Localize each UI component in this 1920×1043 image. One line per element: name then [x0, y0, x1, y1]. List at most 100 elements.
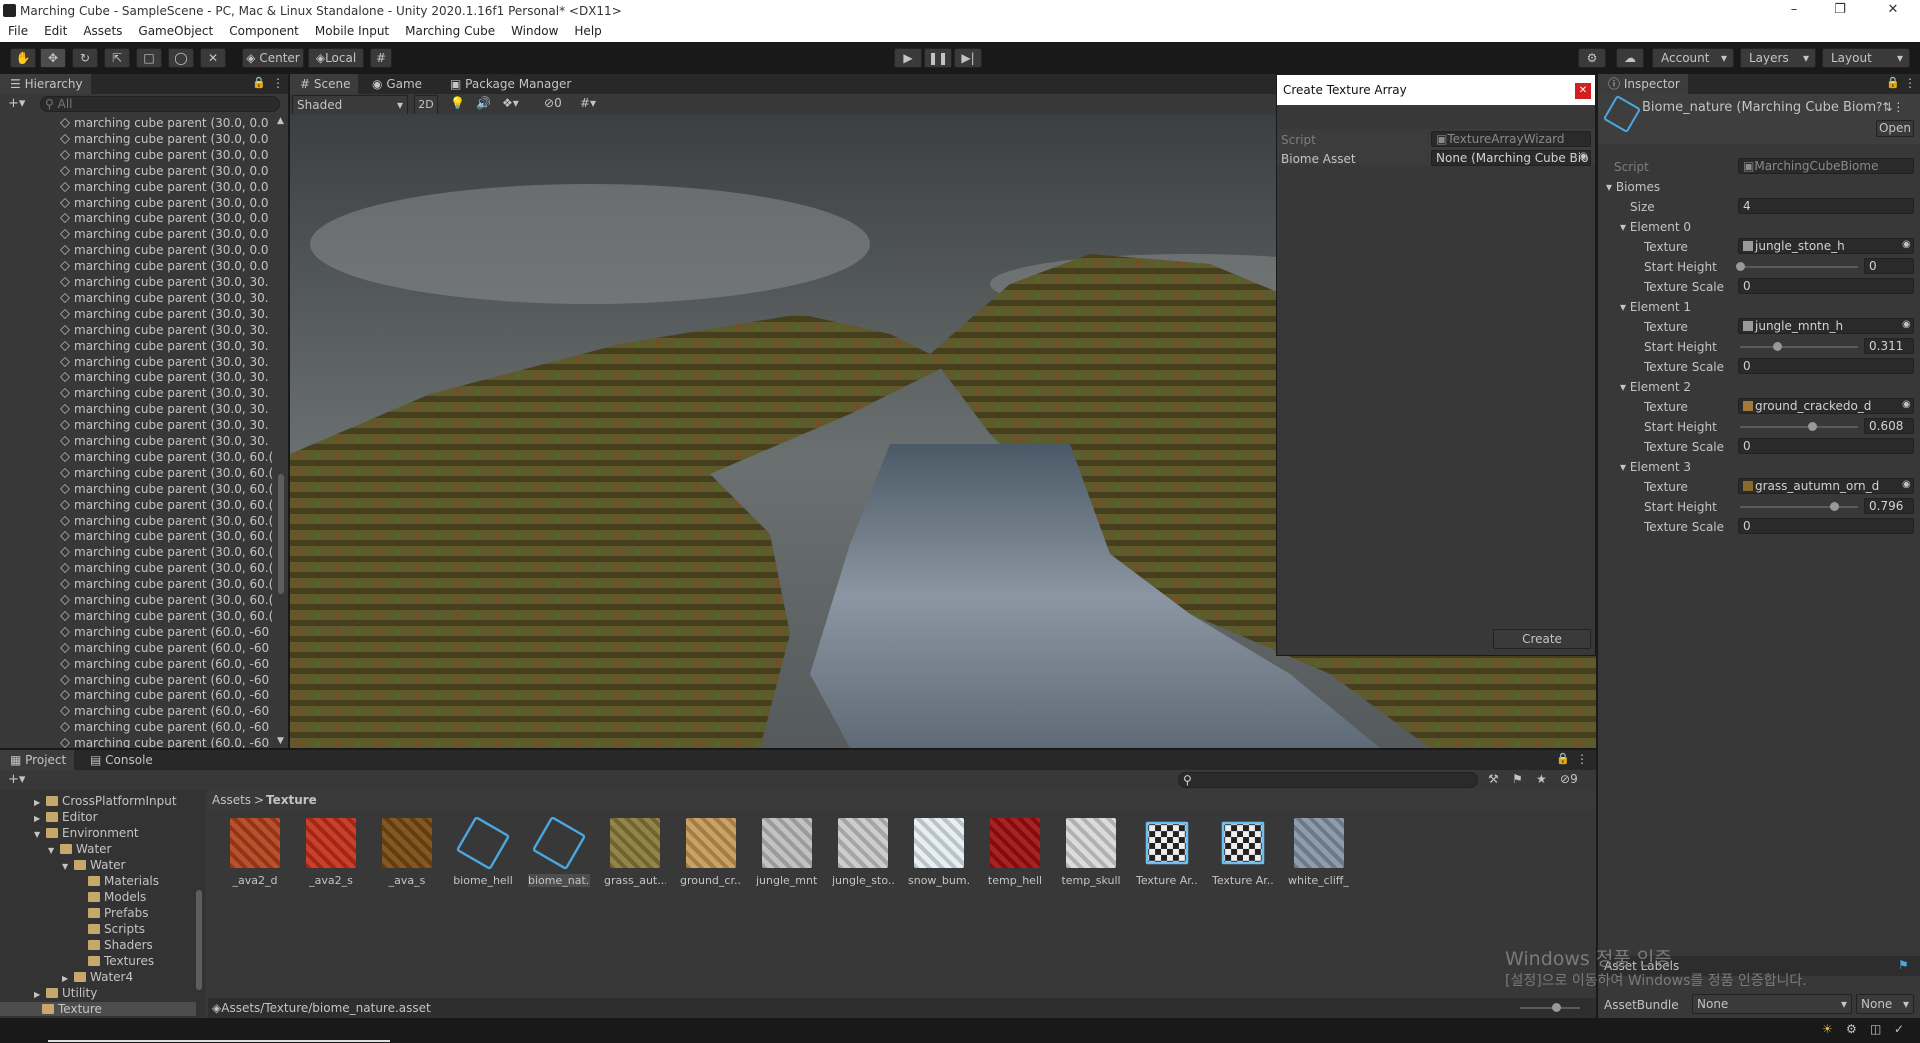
grid-snap-icon[interactable]: #	[370, 48, 392, 68]
hierarchy-row[interactable]: marching cube parent (30.0, 30.	[60, 323, 269, 337]
texture-field[interactable]: ground_crackedo_d	[1738, 398, 1914, 414]
transform-tool-icon[interactable]: ◯	[168, 48, 194, 68]
folder-tree-item[interactable]: Shaders	[76, 938, 153, 952]
auto-generate-lighting-icon[interactable]: ☀	[1822, 1022, 1833, 1036]
tab-inspector[interactable]: ⓘ Inspector	[1598, 74, 1688, 94]
texture-field[interactable]: grass_autumn_orn_d	[1738, 478, 1914, 494]
folder-tree-item[interactable]: ▶ CrossPlatformInput	[34, 794, 177, 808]
folder-tree-item[interactable]: Textures	[76, 954, 154, 968]
pivot-space-button[interactable]: ◈Local	[308, 48, 364, 68]
menu-help[interactable]: Help	[566, 22, 609, 38]
hierarchy-row[interactable]: marching cube parent (30.0, 0.0	[60, 132, 269, 146]
folder-tree-item[interactable]: ▼ Water	[48, 842, 111, 856]
hierarchy-row[interactable]: marching cube parent (30.0, 0.0	[60, 211, 269, 225]
foldout-arrow-icon[interactable]: ▼	[62, 862, 74, 871]
create-button[interactable]: Create	[1493, 629, 1591, 649]
tab-scene[interactable]: # Scene	[290, 74, 359, 94]
texture-scale-field[interactable]: 0	[1738, 438, 1914, 454]
scroll-down-icon[interactable]: ▼	[277, 736, 284, 746]
folder-tree-item[interactable]: ▶ Editor	[34, 810, 98, 824]
lock-icon[interactable]: 🔒	[252, 76, 266, 89]
hierarchy-row[interactable]: marching cube parent (30.0, 0.0	[60, 196, 269, 210]
texture-scale-field[interactable]: 0	[1738, 358, 1914, 374]
collab-icon[interactable]: ⚙	[1578, 48, 1606, 68]
asset-bundle-dropdown[interactable]: None ▾	[1692, 994, 1852, 1014]
hierarchy-row[interactable]: marching cube parent (30.0, 30.	[60, 339, 269, 353]
hierarchy-row[interactable]: marching cube parent (30.0, 30.	[60, 386, 269, 400]
hierarchy-row[interactable]: marching cube parent (60.0, -60	[60, 657, 269, 671]
asset-item[interactable]: snow_bum...	[908, 818, 970, 887]
biomes-foldout[interactable]: ▾ Biomes	[1606, 180, 1660, 194]
foldout-arrow-icon[interactable]: ▶	[62, 974, 74, 983]
texture-scale-field[interactable]: 0	[1738, 518, 1914, 534]
hierarchy-row[interactable]: marching cube parent (30.0, 60.(	[60, 609, 273, 623]
close-icon[interactable]: ✕	[1870, 0, 1916, 22]
folder-tree-item[interactable]: Texture	[0, 1002, 196, 1016]
cloud-icon[interactable]: ☁	[1616, 48, 1644, 68]
hierarchy-row[interactable]: marching cube parent (30.0, 0.0	[60, 227, 269, 241]
asset-item[interactable]: temp_hell	[984, 818, 1046, 887]
hierarchy-row[interactable]: marching cube parent (30.0, 0.0	[60, 243, 269, 257]
menu-marching-cube[interactable]: Marching Cube	[397, 22, 503, 38]
element-foldout[interactable]: ▾ Element 0	[1620, 220, 1691, 234]
audio-icon[interactable]: 🔊	[476, 96, 491, 110]
wizard-close-icon[interactable]: ✕	[1575, 83, 1591, 99]
hierarchy-row[interactable]: marching cube parent (30.0, 60.(	[60, 577, 273, 591]
asset-item[interactable]: biome_hell	[452, 815, 514, 887]
add-icon[interactable]: +▾	[8, 96, 25, 111]
hierarchy-row[interactable]: marching cube parent (60.0, -60	[60, 720, 269, 734]
hierarchy-row[interactable]: marching cube parent (30.0, 30.	[60, 370, 269, 384]
folder-tree-item[interactable]: Materials	[76, 874, 159, 888]
rotate-tool-icon[interactable]: ↻	[72, 48, 98, 68]
hierarchy-search-input[interactable]: ⚲ All	[40, 96, 280, 112]
check-icon[interactable]: ✓	[1894, 1022, 1904, 1036]
hierarchy-row[interactable]: marching cube parent (30.0, 60.(	[60, 450, 273, 464]
hand-tool-icon[interactable]: ✋	[10, 48, 36, 68]
asset-item[interactable]: temp_skull	[1060, 818, 1122, 887]
pivot-center-button[interactable]: ◈ Center	[242, 48, 304, 68]
hidden-packages-toggle[interactable]: ⊘9	[1560, 772, 1578, 786]
menu-file[interactable]: File	[0, 22, 36, 38]
hierarchy-row[interactable]: marching cube parent (30.0, 30.	[60, 355, 269, 369]
asset-item[interactable]: _ava2_d	[224, 818, 286, 887]
start-height-field[interactable]: 0.796	[1864, 498, 1914, 514]
asset-bundle-variant-dropdown[interactable]: None ▾	[1856, 994, 1914, 1014]
texture-scale-field[interactable]: 0	[1738, 278, 1914, 294]
start-height-field[interactable]: 0.608	[1864, 418, 1914, 434]
help-icon[interactable]: ?⇅⋮	[1876, 100, 1904, 114]
asset-item[interactable]: Texture Ar...	[1212, 818, 1274, 887]
effects-icon[interactable]: ❖▾	[502, 96, 519, 110]
favorite-icon[interactable]: ★	[1536, 772, 1547, 786]
asset-item[interactable]: _ava_s	[376, 818, 438, 887]
maximize-icon[interactable]: ❐	[1817, 0, 1863, 22]
hierarchy-row[interactable]: marching cube parent (60.0, -60	[60, 625, 269, 639]
menu-mobile-input[interactable]: Mobile Input	[307, 22, 397, 38]
hierarchy-row[interactable]: marching cube parent (30.0, 30.	[60, 307, 269, 321]
tab-console[interactable]: ▤ Console	[80, 750, 161, 770]
asset-item[interactable]: grass_aut...	[604, 818, 666, 887]
texture-field[interactable]: jungle_stone_h	[1738, 238, 1914, 254]
hierarchy-row[interactable]: marching cube parent (30.0, 0.0	[60, 148, 269, 162]
object-picker-icon[interactable]: ◉	[1902, 479, 1911, 490]
hierarchy-row[interactable]: marching cube parent (30.0, 60.(	[60, 482, 273, 496]
asset-item[interactable]: ground_cr...	[680, 818, 742, 887]
asset-item[interactable]: _ava2_s	[300, 818, 362, 887]
hierarchy-row[interactable]: marching cube parent (60.0, -60	[60, 673, 269, 687]
menu-kebab-icon[interactable]: ⋮	[272, 76, 284, 90]
2d-toggle[interactable]: 2D	[414, 95, 438, 115]
pause-button[interactable]: ❚❚	[924, 48, 952, 68]
hierarchy-row[interactable]: marching cube parent (30.0, 60.(	[60, 593, 273, 607]
hierarchy-row[interactable]: marching cube parent (60.0, -60	[60, 688, 269, 702]
foldout-arrow-icon[interactable]: ▼	[34, 830, 46, 839]
menu-kebab-icon[interactable]: ⋮	[1576, 752, 1588, 766]
object-picker-icon[interactable]: ◉	[1902, 319, 1911, 330]
object-picker-icon[interactable]: ◉	[1902, 399, 1911, 410]
play-button[interactable]: ▶	[894, 48, 922, 68]
menu-window[interactable]: Window	[503, 22, 566, 38]
filter-label-icon[interactable]: ⚑	[1512, 772, 1523, 786]
start-height-field[interactable]: 0.311	[1864, 338, 1914, 354]
tab-hierarchy[interactable]: ☰ Hierarchy	[0, 74, 91, 94]
start-height-field[interactable]: 0	[1864, 258, 1914, 274]
hierarchy-row[interactable]: marching cube parent (30.0, 60.(	[60, 529, 273, 543]
hierarchy-row[interactable]: marching cube parent (60.0, -60	[60, 736, 269, 748]
